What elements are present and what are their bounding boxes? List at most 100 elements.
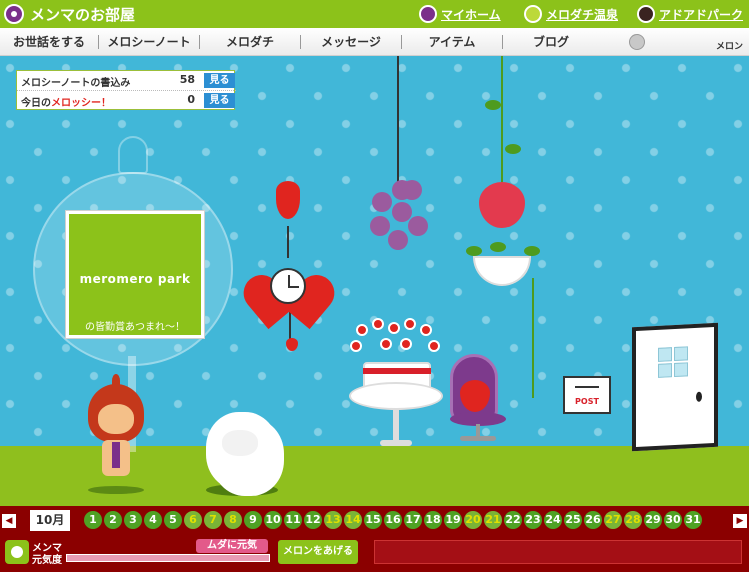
calendar-day[interactable]: 25 bbox=[564, 511, 582, 529]
cake-ribbon bbox=[363, 368, 431, 374]
leaf bbox=[466, 246, 482, 256]
calendar-day[interactable]: 12 bbox=[304, 511, 322, 529]
meromero-board[interactable]: meromero park の皆勤賞あつまれ～！ bbox=[66, 211, 204, 338]
calendar-day[interactable]: 5 bbox=[164, 511, 182, 529]
calendar-day[interactable]: 16 bbox=[384, 511, 402, 529]
grape bbox=[408, 216, 428, 236]
flower bbox=[372, 318, 384, 330]
calendar-day[interactable]: 13 bbox=[324, 511, 342, 529]
nav-notebook[interactable]: メロシーノート bbox=[99, 28, 199, 56]
menma-icon bbox=[4, 4, 24, 24]
table-foot bbox=[380, 440, 412, 446]
calendar-day[interactable]: 2 bbox=[104, 511, 122, 529]
onsen-label: メロダチ温泉 bbox=[546, 7, 619, 22]
notebook-count-value: 58 bbox=[179, 73, 195, 86]
calendar-day[interactable]: 7 bbox=[204, 511, 222, 529]
grape bbox=[372, 192, 392, 212]
door-knob bbox=[696, 391, 702, 402]
my-home-link[interactable]: マイホーム bbox=[419, 4, 501, 24]
calendar-day[interactable]: 28 bbox=[624, 511, 642, 529]
table-leg bbox=[393, 408, 399, 444]
room-door[interactable] bbox=[632, 322, 718, 452]
sheep-face bbox=[222, 430, 258, 456]
tulip-ornament bbox=[276, 181, 300, 229]
feed-melon-button[interactable]: メロンをあげる bbox=[278, 540, 358, 564]
chair-foot bbox=[460, 436, 496, 441]
onsen-icon bbox=[524, 5, 542, 23]
today-melosy-row: 今日のメロッシー！ 0 見る bbox=[17, 90, 236, 109]
menma-tie bbox=[112, 442, 120, 468]
clock-rope bbox=[287, 226, 289, 258]
board-title: meromero park bbox=[79, 272, 191, 286]
calendar-day[interactable]: 6 bbox=[184, 511, 202, 529]
calendar-day[interactable]: 8 bbox=[224, 511, 242, 529]
menma-character[interactable] bbox=[88, 374, 144, 494]
calendar-day[interactable]: 21 bbox=[484, 511, 502, 529]
header: メンマのお部屋 マイホーム メロダチ温泉 アドアドパーク bbox=[0, 0, 749, 28]
calendar-day[interactable]: 17 bbox=[404, 511, 422, 529]
notebook-count-label: メロシーノートの書込み bbox=[21, 78, 131, 89]
status-bar: メンマ 元気度 ムダに元気 メロンをあげる bbox=[0, 536, 749, 572]
calendar-day[interactable]: 29 bbox=[644, 511, 662, 529]
calendar-next-arrow-icon[interactable]: ▶ bbox=[733, 514, 747, 528]
calendar-day[interactable]: 26 bbox=[584, 511, 602, 529]
calendar-day[interactable]: 1 bbox=[84, 511, 102, 529]
post-label: POST bbox=[575, 397, 599, 406]
calendar-day[interactable]: 14 bbox=[344, 511, 362, 529]
nav-items[interactable]: アイテム bbox=[402, 28, 502, 56]
post-box[interactable]: POST bbox=[563, 376, 611, 414]
calendar-bar: ◀ 10月 1 2 3 4 5 6 7 8 9 10 11 12 13 14 15 16 17 18 19 20 21 2… bbox=[0, 506, 749, 536]
nav-friends[interactable]: メロダチ bbox=[200, 28, 300, 56]
calendar-day[interactable]: 30 bbox=[664, 511, 682, 529]
calendar-day[interactable]: 18 bbox=[424, 511, 442, 529]
my-home-label: マイホーム bbox=[441, 7, 501, 22]
flower bbox=[380, 338, 392, 350]
flower bbox=[428, 340, 440, 352]
nav-messages[interactable]: メッセージ bbox=[301, 28, 401, 56]
calendar-day[interactable]: 3 bbox=[124, 511, 142, 529]
calendar-day[interactable]: 22 bbox=[504, 511, 522, 529]
status-badge: ムダに元気 bbox=[196, 539, 268, 553]
strawberry-charm bbox=[286, 338, 298, 351]
character-shadow bbox=[88, 486, 144, 494]
calendar-day[interactable]: 4 bbox=[144, 511, 162, 529]
calendar-day[interactable]: 20 bbox=[464, 511, 482, 529]
my-home-icon bbox=[419, 5, 437, 23]
nav-blog[interactable]: ブログ bbox=[503, 28, 599, 56]
grape bbox=[370, 216, 390, 236]
calendar-day[interactable]: 10 bbox=[264, 511, 282, 529]
planter-rope bbox=[501, 56, 503, 184]
calendar-day[interactable]: 9 bbox=[244, 511, 262, 529]
today-view-button[interactable]: 見る bbox=[204, 93, 235, 108]
info-panel: メロシーノートの書込み 58 見る 今日のメロッシー！ 0 見る bbox=[16, 70, 236, 110]
today-prefix: 今日の bbox=[21, 98, 51, 109]
notebook-view-button[interactable]: 見る bbox=[204, 73, 235, 88]
melosy-word: メロッシー！ bbox=[51, 98, 111, 109]
calendar-prev-arrow-icon[interactable]: ◀ bbox=[2, 514, 16, 528]
adpark-link[interactable]: アドアドパーク bbox=[637, 4, 743, 24]
calendar-day[interactable]: 23 bbox=[524, 511, 542, 529]
calendar-day[interactable]: 15 bbox=[364, 511, 382, 529]
calendar-day[interactable]: 24 bbox=[544, 511, 562, 529]
grape-rope bbox=[397, 56, 399, 186]
flower bbox=[420, 324, 432, 336]
calendar-day[interactable]: 27 bbox=[604, 511, 622, 529]
today-melosy-value: 0 bbox=[187, 93, 195, 106]
flower bbox=[388, 322, 400, 334]
genki-meter bbox=[66, 554, 270, 562]
flower bbox=[400, 338, 412, 350]
melon-label: メロン bbox=[716, 42, 744, 52]
sheep-character[interactable] bbox=[204, 406, 280, 496]
menma-face bbox=[98, 404, 134, 434]
door-window bbox=[658, 346, 688, 378]
calendar-day[interactable]: 19 bbox=[444, 511, 462, 529]
notebook-count-row: メロシーノートの書込み 58 見る bbox=[17, 71, 236, 90]
calendar-day[interactable]: 11 bbox=[284, 511, 302, 529]
nav-care[interactable]: お世話をする bbox=[0, 28, 98, 56]
board-message: の皆勤賞あつまれ～！ bbox=[85, 322, 185, 333]
message-area bbox=[374, 540, 742, 564]
leaf bbox=[485, 100, 501, 110]
hanging-planter[interactable] bbox=[473, 256, 531, 286]
onsen-link[interactable]: メロダチ温泉 bbox=[524, 4, 618, 24]
calendar-day[interactable]: 31 bbox=[684, 511, 702, 529]
